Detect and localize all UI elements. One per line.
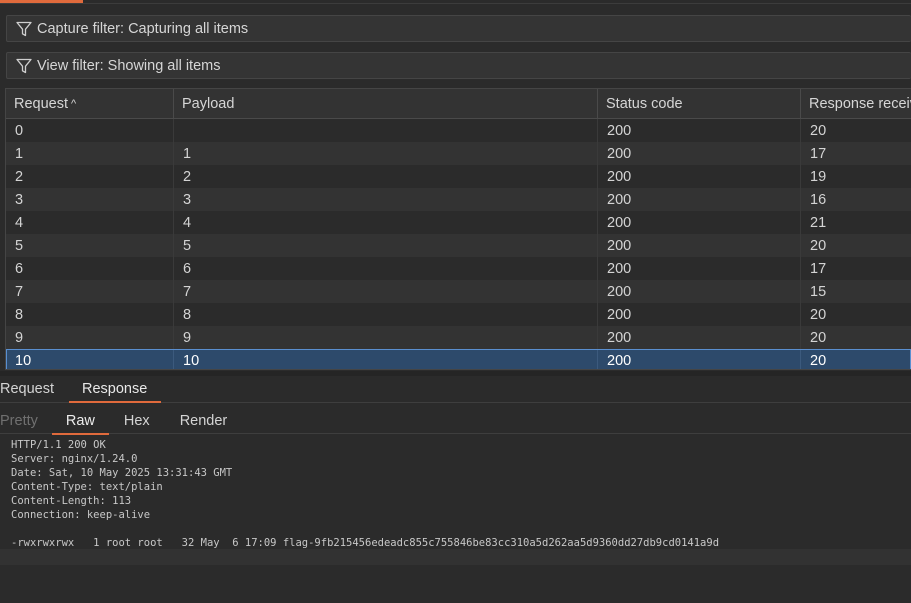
tab-response[interactable]: Response bbox=[68, 376, 162, 403]
cell-status-code: 200 bbox=[598, 211, 801, 234]
cell-request: 6 bbox=[6, 257, 174, 280]
table-body: 0 200 20 1 1 200 17 2 2 200 19 3 3 200 16 4 4 200 21 5 5 200 2… bbox=[6, 119, 911, 369]
response-line: Connection: keep-alive bbox=[11, 509, 151, 521]
cell-request: 1 bbox=[6, 142, 174, 165]
view-mode-tabs: Pretty Raw Hex Render bbox=[0, 406, 911, 435]
cell-response-received: 20 bbox=[810, 123, 827, 139]
cell-request: 0 bbox=[6, 119, 174, 142]
cell-status-code: 200 bbox=[598, 119, 801, 142]
cell-request: 2 bbox=[6, 165, 174, 188]
response-line: -rwxrwxrwx 1 root root 32 May 6 17:09 fl… bbox=[11, 537, 720, 549]
response-line bbox=[0, 522, 911, 536]
table-row[interactable]: 3 3 200 16 bbox=[6, 188, 911, 211]
column-header-payload[interactable]: Payload bbox=[174, 89, 598, 119]
response-line: Server: nginx/1.24.0 bbox=[11, 453, 138, 465]
column-header-request-label: Request bbox=[14, 96, 69, 112]
cell-payload: 9 bbox=[174, 326, 598, 349]
cell-payload: 6 bbox=[174, 257, 598, 280]
cell-payload: 5 bbox=[174, 234, 598, 257]
top-divider bbox=[0, 3, 911, 4]
cell-status-code: 200 bbox=[598, 142, 801, 165]
tab-hex[interactable]: Hex bbox=[109, 406, 165, 434]
cell-response-received: 20 bbox=[810, 307, 827, 323]
tab-render[interactable]: Render bbox=[165, 406, 243, 434]
cell-status-code: 200 bbox=[598, 303, 801, 326]
table-row[interactable]: 8 8 200 20 bbox=[6, 303, 911, 326]
table-row[interactable]: 4 4 200 21 bbox=[6, 211, 911, 234]
cell-payload: 2 bbox=[174, 165, 598, 188]
cell-request: 9 bbox=[6, 326, 174, 349]
table-row[interactable]: 7 7 200 15 bbox=[6, 280, 911, 303]
view-filter-label: View filter: Showing all items bbox=[37, 57, 221, 74]
tab-raw[interactable]: Raw bbox=[51, 406, 109, 435]
column-header-status-label: Status code bbox=[606, 96, 683, 112]
table-row[interactable]: 5 5 200 20 bbox=[6, 234, 911, 257]
cell-payload: 10 bbox=[174, 349, 598, 369]
table-row[interactable]: 10 10 200 20 bbox=[6, 349, 911, 369]
table-row[interactable]: 9 9 200 20 bbox=[6, 326, 911, 349]
cell-request: 10 bbox=[6, 349, 174, 369]
cell-response-received: 21 bbox=[810, 215, 827, 231]
cell-request: 3 bbox=[6, 188, 174, 211]
table-row[interactable]: 0 200 20 bbox=[6, 119, 911, 142]
cell-status-code: 200 bbox=[598, 326, 801, 349]
cell-status-code: 200 bbox=[598, 257, 801, 280]
cell-payload: 4 bbox=[174, 211, 598, 234]
column-header-request[interactable]: Request ^ bbox=[6, 89, 174, 119]
cell-status-code: 200 bbox=[598, 280, 801, 303]
cell-payload: 1 bbox=[174, 142, 598, 165]
cell-payload: 3 bbox=[174, 188, 598, 211]
response-line: Content-Length: 113 bbox=[11, 495, 132, 507]
response-line: HTTP/1.1 200 OK bbox=[11, 439, 106, 451]
table-header: Request ^ Payload Status code Response re… bbox=[6, 89, 911, 119]
response-line: Date: Sat, 10 May 2025 13:31:43 GMT bbox=[11, 467, 233, 479]
cell-request: 5 bbox=[6, 234, 174, 257]
cell-response-received: 16 bbox=[810, 192, 827, 208]
table-row[interactable]: 1 1 200 17 bbox=[6, 142, 911, 165]
capture-filter-label: Capture filter: Capturing all items bbox=[37, 20, 249, 37]
sort-ascending-icon: ^ bbox=[71, 98, 77, 110]
column-header-payload-label: Payload bbox=[182, 96, 235, 112]
response-editor[interactable]: HTTP/1.1 200 OK Server: nginx/1.24.0 Date:… bbox=[0, 435, 911, 603]
cell-status-code: 200 bbox=[598, 188, 801, 211]
cell-status-code: 200 bbox=[598, 234, 801, 257]
cell-payload: 7 bbox=[174, 280, 598, 303]
current-line-highlight bbox=[0, 549, 911, 565]
view-filter-bar[interactable]: View filter: Showing all items bbox=[6, 52, 911, 79]
filter-funnel-icon bbox=[15, 20, 33, 38]
cell-response-received: 17 bbox=[810, 261, 827, 277]
capture-filter-bar[interactable]: Capture filter: Capturing all items bbox=[6, 15, 911, 42]
response-text: HTTP/1.1 200 OK Server: nginx/1.24.0 Date:… bbox=[0, 435, 911, 550]
response-line: Content-Type: text/plain bbox=[11, 481, 163, 493]
cell-response-received: 20 bbox=[810, 330, 827, 346]
cell-response-received: 15 bbox=[810, 284, 827, 300]
cell-response-received: 19 bbox=[810, 169, 827, 185]
cell-status-code: 200 bbox=[598, 349, 801, 369]
cell-response-received: 20 bbox=[810, 353, 827, 369]
table-row[interactable]: 6 6 200 17 bbox=[6, 257, 911, 280]
column-header-status-code[interactable]: Status code bbox=[598, 89, 801, 119]
cell-request: 7 bbox=[6, 280, 174, 303]
cell-response-received: 20 bbox=[810, 238, 827, 254]
filter-funnel-icon bbox=[15, 57, 33, 75]
table-row[interactable]: 2 2 200 19 bbox=[6, 165, 911, 188]
intruder-results-window: Capture filter: Capturing all items View… bbox=[0, 0, 911, 603]
column-header-response-label: Response received bbox=[809, 96, 911, 112]
cell-payload: 8 bbox=[174, 303, 598, 326]
tab-request[interactable]: Request bbox=[0, 376, 68, 402]
cell-response-received: 17 bbox=[810, 146, 827, 162]
results-table: Request ^ Payload Status code Response re… bbox=[5, 88, 911, 370]
cell-status-code: 200 bbox=[598, 165, 801, 188]
tab-pretty[interactable]: Pretty bbox=[0, 406, 52, 434]
column-header-response-received[interactable]: Response received bbox=[801, 89, 911, 119]
cell-request: 4 bbox=[6, 211, 174, 234]
cell-payload bbox=[174, 119, 598, 142]
cell-request: 8 bbox=[6, 303, 174, 326]
message-tabs: Request Response bbox=[0, 376, 911, 403]
